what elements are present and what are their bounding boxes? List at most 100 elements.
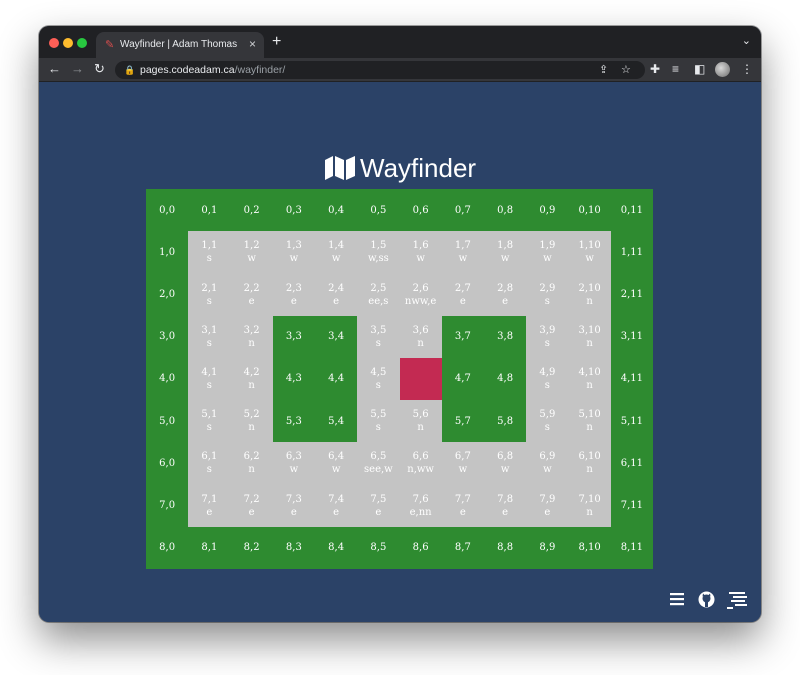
- path-cell[interactable]: 1,1 s: [188, 231, 231, 274]
- path-cell[interactable]: 2,9 s: [526, 273, 569, 316]
- path-cell[interactable]: 2,6 nww,e: [399, 273, 442, 316]
- wall-cell[interactable]: 6,11: [610, 442, 653, 485]
- wall-cell[interactable]: 4,7: [441, 357, 484, 401]
- reload-button[interactable]: ↻: [94, 61, 105, 77]
- wall-cell[interactable]: 0,6: [399, 189, 442, 232]
- path-cell[interactable]: 4,10 n: [568, 357, 611, 401]
- wall-cell[interactable]: 3,8: [484, 315, 527, 358]
- path-cell[interactable]: 7,2 e: [230, 484, 273, 527]
- wall-cell[interactable]: 3,7: [441, 315, 484, 358]
- star-icon[interactable]: ☆: [621, 63, 631, 77]
- path-cell[interactable]: 6,7 w: [441, 442, 484, 485]
- path-cell[interactable]: 2,10 n: [568, 273, 611, 316]
- wall-cell[interactable]: 0,4: [315, 189, 358, 232]
- path-cell[interactable]: 1,3 w: [272, 231, 315, 274]
- path-cell[interactable]: 2,1 s: [188, 273, 231, 316]
- back-button[interactable]: ←: [48, 61, 61, 77]
- path-cell[interactable]: 2,5 ee,s: [357, 273, 400, 316]
- path-cell[interactable]: 7,5 e: [357, 484, 400, 527]
- path-cell[interactable]: 6,10 n: [568, 442, 611, 485]
- wall-cell[interactable]: 8,2: [230, 526, 273, 569]
- wall-cell[interactable]: 2,0: [146, 273, 189, 316]
- path-cell[interactable]: 6,6 n,ww: [399, 442, 442, 485]
- wall-cell[interactable]: 1,11: [610, 231, 653, 274]
- path-cell[interactable]: 3,10 n: [568, 315, 611, 358]
- wall-cell[interactable]: 6,0: [146, 442, 189, 485]
- wall-cell[interactable]: 0,8: [484, 189, 527, 232]
- path-cell[interactable]: 3,5 s: [357, 315, 400, 358]
- hamburger-menu-icon[interactable]: [669, 591, 685, 607]
- share-icon[interactable]: ⇪: [599, 63, 608, 77]
- wall-cell[interactable]: 4,4: [315, 357, 358, 401]
- wall-cell[interactable]: 5,11: [610, 400, 653, 443]
- codeadam-logo-icon[interactable]: [727, 591, 749, 609]
- wall-cell[interactable]: 5,3: [272, 400, 315, 443]
- path-cell[interactable]: 6,5 see,w: [357, 442, 400, 485]
- minimize-window-button[interactable]: [63, 38, 73, 48]
- wall-cell[interactable]: 3,11: [610, 315, 653, 358]
- path-cell[interactable]: 7,7 e: [441, 484, 484, 527]
- wall-cell[interactable]: 8,8: [484, 526, 527, 569]
- tab-wayfinder[interactable]: ✎ Wayfinder | Adam Thomas ×: [96, 32, 264, 58]
- path-cell[interactable]: 2,3 e: [272, 273, 315, 316]
- puzzle-icon[interactable]: ✚: [650, 62, 660, 76]
- path-cell[interactable]: 7,10 n: [568, 484, 611, 527]
- path-cell[interactable]: 1,7 w: [441, 231, 484, 274]
- wall-cell[interactable]: 8,4: [315, 526, 358, 569]
- path-cell[interactable]: 6,9 w: [526, 442, 569, 485]
- path-cell[interactable]: 6,3 w: [272, 442, 315, 485]
- wall-cell[interactable]: 3,0: [146, 315, 189, 358]
- wall-cell[interactable]: 4,3: [272, 357, 315, 401]
- path-cell[interactable]: 3,9 s: [526, 315, 569, 358]
- wall-cell[interactable]: 4,8: [484, 357, 527, 401]
- wall-cell[interactable]: 1,0: [146, 231, 189, 274]
- wall-cell[interactable]: 8,10: [568, 526, 611, 569]
- path-cell[interactable]: 5,9 s: [526, 400, 569, 443]
- path-cell[interactable]: 2,7 e: [441, 273, 484, 316]
- wall-cell[interactable]: 5,0: [146, 400, 189, 443]
- path-cell[interactable]: 2,8 e: [484, 273, 527, 316]
- wall-cell[interactable]: 0,0: [146, 189, 189, 232]
- maximize-window-button[interactable]: [77, 38, 87, 48]
- kebab-menu-icon[interactable]: ⋮: [741, 62, 753, 76]
- playlist-icon[interactable]: ≡: [672, 62, 679, 76]
- wall-cell[interactable]: 0,5: [357, 189, 400, 232]
- path-cell[interactable]: 1,5 w,ss: [357, 231, 400, 274]
- wall-cell[interactable]: 8,0: [146, 526, 189, 569]
- path-cell[interactable]: 3,1 s: [188, 315, 231, 358]
- path-cell[interactable]: 1,9 w: [526, 231, 569, 274]
- path-cell[interactable]: 6,1 s: [188, 442, 231, 485]
- path-cell[interactable]: 1,10 w: [568, 231, 611, 274]
- tab-search-chevron-icon[interactable]: ⌄: [742, 34, 751, 48]
- wall-cell[interactable]: 0,10: [568, 189, 611, 232]
- sidepanel-icon[interactable]: ◧: [694, 62, 705, 76]
- tab-close-icon[interactable]: ×: [249, 37, 256, 51]
- wall-cell[interactable]: 5,7: [441, 400, 484, 443]
- avatar[interactable]: [715, 62, 730, 77]
- path-cell[interactable]: 7,9 e: [526, 484, 569, 527]
- wall-cell[interactable]: 8,7: [441, 526, 484, 569]
- path-cell[interactable]: 4,9 s: [526, 357, 569, 401]
- wall-cell[interactable]: 5,4: [315, 400, 358, 443]
- wall-cell[interactable]: 0,3: [272, 189, 315, 232]
- path-cell[interactable]: 5,1 s: [188, 400, 231, 443]
- path-cell[interactable]: 7,1 e: [188, 484, 231, 527]
- wall-cell[interactable]: 8,5: [357, 526, 400, 569]
- path-cell[interactable]: 7,8 e: [484, 484, 527, 527]
- wall-cell[interactable]: 8,11: [610, 526, 653, 569]
- path-cell[interactable]: 7,4 e: [315, 484, 358, 527]
- new-tab-button[interactable]: +: [272, 33, 281, 51]
- wall-cell[interactable]: 8,1: [188, 526, 231, 569]
- path-cell[interactable]: 5,6 n: [399, 400, 442, 443]
- path-cell[interactable]: 1,6 w: [399, 231, 442, 274]
- path-cell[interactable]: 3,6 n: [399, 315, 442, 358]
- wall-cell[interactable]: 7,11: [610, 484, 653, 527]
- path-cell[interactable]: 1,8 w: [484, 231, 527, 274]
- wall-cell[interactable]: 5,8: [484, 400, 527, 443]
- wall-cell[interactable]: 3,4: [315, 315, 358, 358]
- wall-cell[interactable]: 8,9: [526, 526, 569, 569]
- wall-cell[interactable]: 0,1: [188, 189, 231, 232]
- wall-cell[interactable]: 4,11: [610, 357, 653, 401]
- address-bar[interactable]: 🔒 pages.codeadam.ca/wayfinder/ ⇪ ☆: [115, 61, 645, 79]
- path-cell[interactable]: 5,10 n: [568, 400, 611, 443]
